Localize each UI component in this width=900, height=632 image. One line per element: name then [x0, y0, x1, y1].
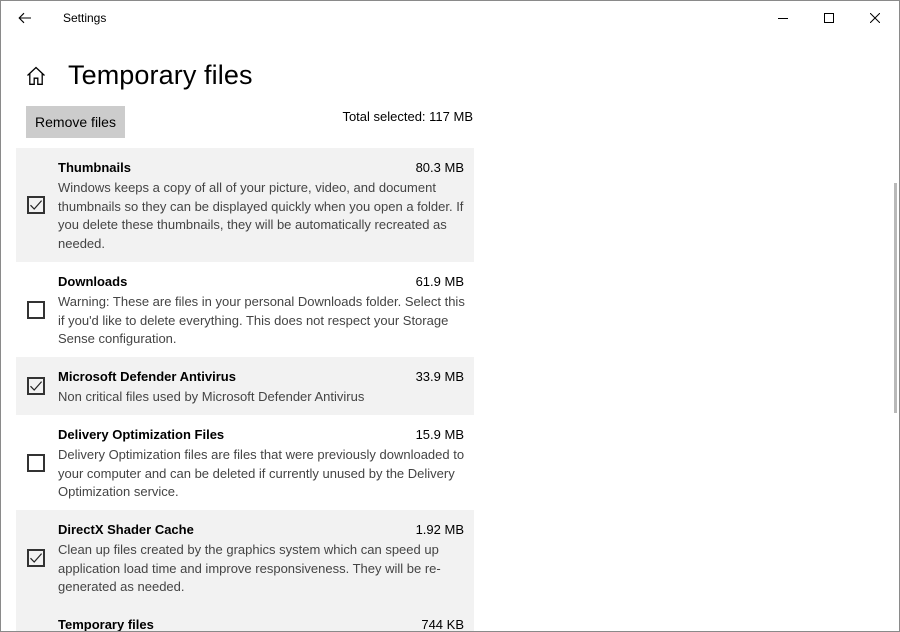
- minimize-icon: [778, 18, 788, 19]
- item-description: Non critical files used by Microsoft Def…: [58, 389, 365, 404]
- item-name: Downloads: [58, 274, 128, 289]
- item-size: 33.9 MB: [415, 369, 464, 384]
- item-size: 61.9 MB: [415, 274, 464, 289]
- item-size: 15.9 MB: [415, 427, 464, 442]
- checkbox[interactable]: [27, 549, 45, 567]
- window-title: Settings: [63, 11, 107, 25]
- item-size: 80.3 MB: [415, 160, 464, 175]
- close-button[interactable]: [852, 1, 898, 35]
- close-icon: [870, 13, 880, 23]
- item-description: Clean up files created by the graphics s…: [58, 542, 441, 594]
- total-selected-label: Total selected: 117 MB: [342, 109, 473, 124]
- remove-files-button[interactable]: Remove files: [26, 106, 125, 138]
- scrollbar[interactable]: [894, 183, 897, 413]
- check-icon: [30, 200, 43, 210]
- list-item-directx-shader-cache[interactable]: DirectX Shader Cache 1.92 MB Clean up fi…: [16, 510, 474, 605]
- home-icon: [27, 66, 45, 85]
- minimize-button[interactable]: [760, 1, 806, 35]
- maximize-icon: [824, 13, 834, 23]
- list-item-downloads[interactable]: Downloads 61.9 MB Warning: These are fil…: [16, 262, 474, 357]
- item-description: Delivery Optimization files are files th…: [58, 447, 465, 499]
- item-description: Warning: These are files in your persona…: [58, 294, 465, 346]
- item-name: DirectX Shader Cache: [58, 522, 194, 537]
- list-item-thumbnails[interactable]: Thumbnails 80.3 MB Windows keeps a copy …: [16, 148, 474, 262]
- page-title: Temporary files: [68, 60, 253, 90]
- list-item-temporary-files[interactable]: Temporary files 744 KB: [16, 605, 474, 632]
- back-button[interactable]: [1, 1, 49, 35]
- title-bar: Settings: [1, 1, 899, 35]
- item-name: Microsoft Defender Antivirus: [58, 369, 236, 384]
- item-name: Delivery Optimization Files: [58, 427, 225, 442]
- item-description: Windows keeps a copy of all of your pict…: [58, 180, 464, 251]
- checkbox[interactable]: [27, 196, 45, 214]
- item-name: Temporary files: [58, 617, 154, 632]
- item-size: 744 KB: [421, 617, 464, 632]
- item-name: Thumbnails: [58, 160, 131, 175]
- checkbox[interactable]: [27, 301, 45, 319]
- check-icon: [30, 553, 43, 563]
- maximize-button[interactable]: [806, 1, 852, 35]
- checkbox[interactable]: [27, 377, 45, 395]
- check-icon: [30, 381, 43, 391]
- home-button[interactable]: [21, 61, 51, 91]
- back-arrow-icon: [18, 12, 31, 24]
- list-item-delivery-optimization[interactable]: Delivery Optimization Files 15.9 MB Deli…: [16, 415, 474, 510]
- item-size: 1.92 MB: [415, 522, 464, 537]
- list-item-defender[interactable]: Microsoft Defender Antivirus 33.9 MB Non…: [16, 357, 474, 415]
- settings-window: Settings Temporary files Remove files To…: [0, 0, 900, 632]
- checkbox[interactable]: [27, 454, 45, 472]
